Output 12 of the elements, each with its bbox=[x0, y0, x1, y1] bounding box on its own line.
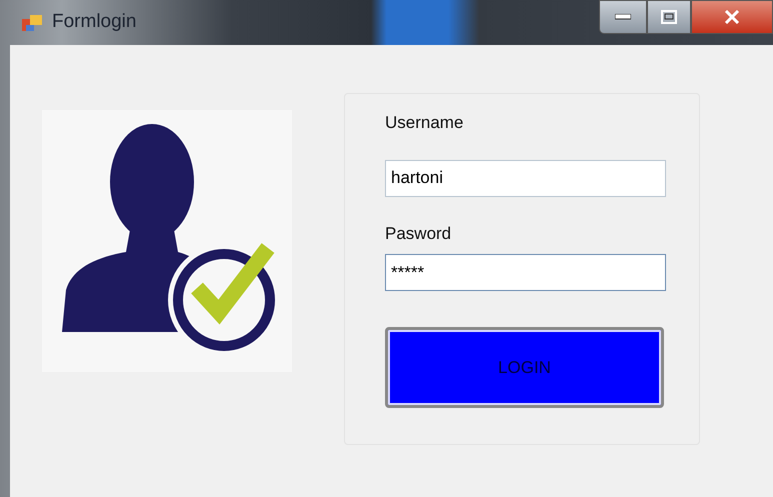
close-icon bbox=[724, 10, 740, 24]
password-label: Pasword bbox=[385, 222, 452, 244]
password-field[interactable]: ***** bbox=[385, 254, 666, 291]
window-title: Formlogin bbox=[52, 10, 136, 34]
username-label: Username bbox=[385, 112, 464, 134]
minimize-button[interactable] bbox=[599, 0, 647, 34]
maximize-icon bbox=[661, 10, 677, 24]
minimize-icon bbox=[615, 14, 631, 20]
maximize-button[interactable] bbox=[647, 0, 691, 34]
username-field[interactable]: hartoni bbox=[385, 160, 666, 196]
app-icon bbox=[22, 12, 44, 32]
close-button[interactable] bbox=[691, 0, 773, 34]
